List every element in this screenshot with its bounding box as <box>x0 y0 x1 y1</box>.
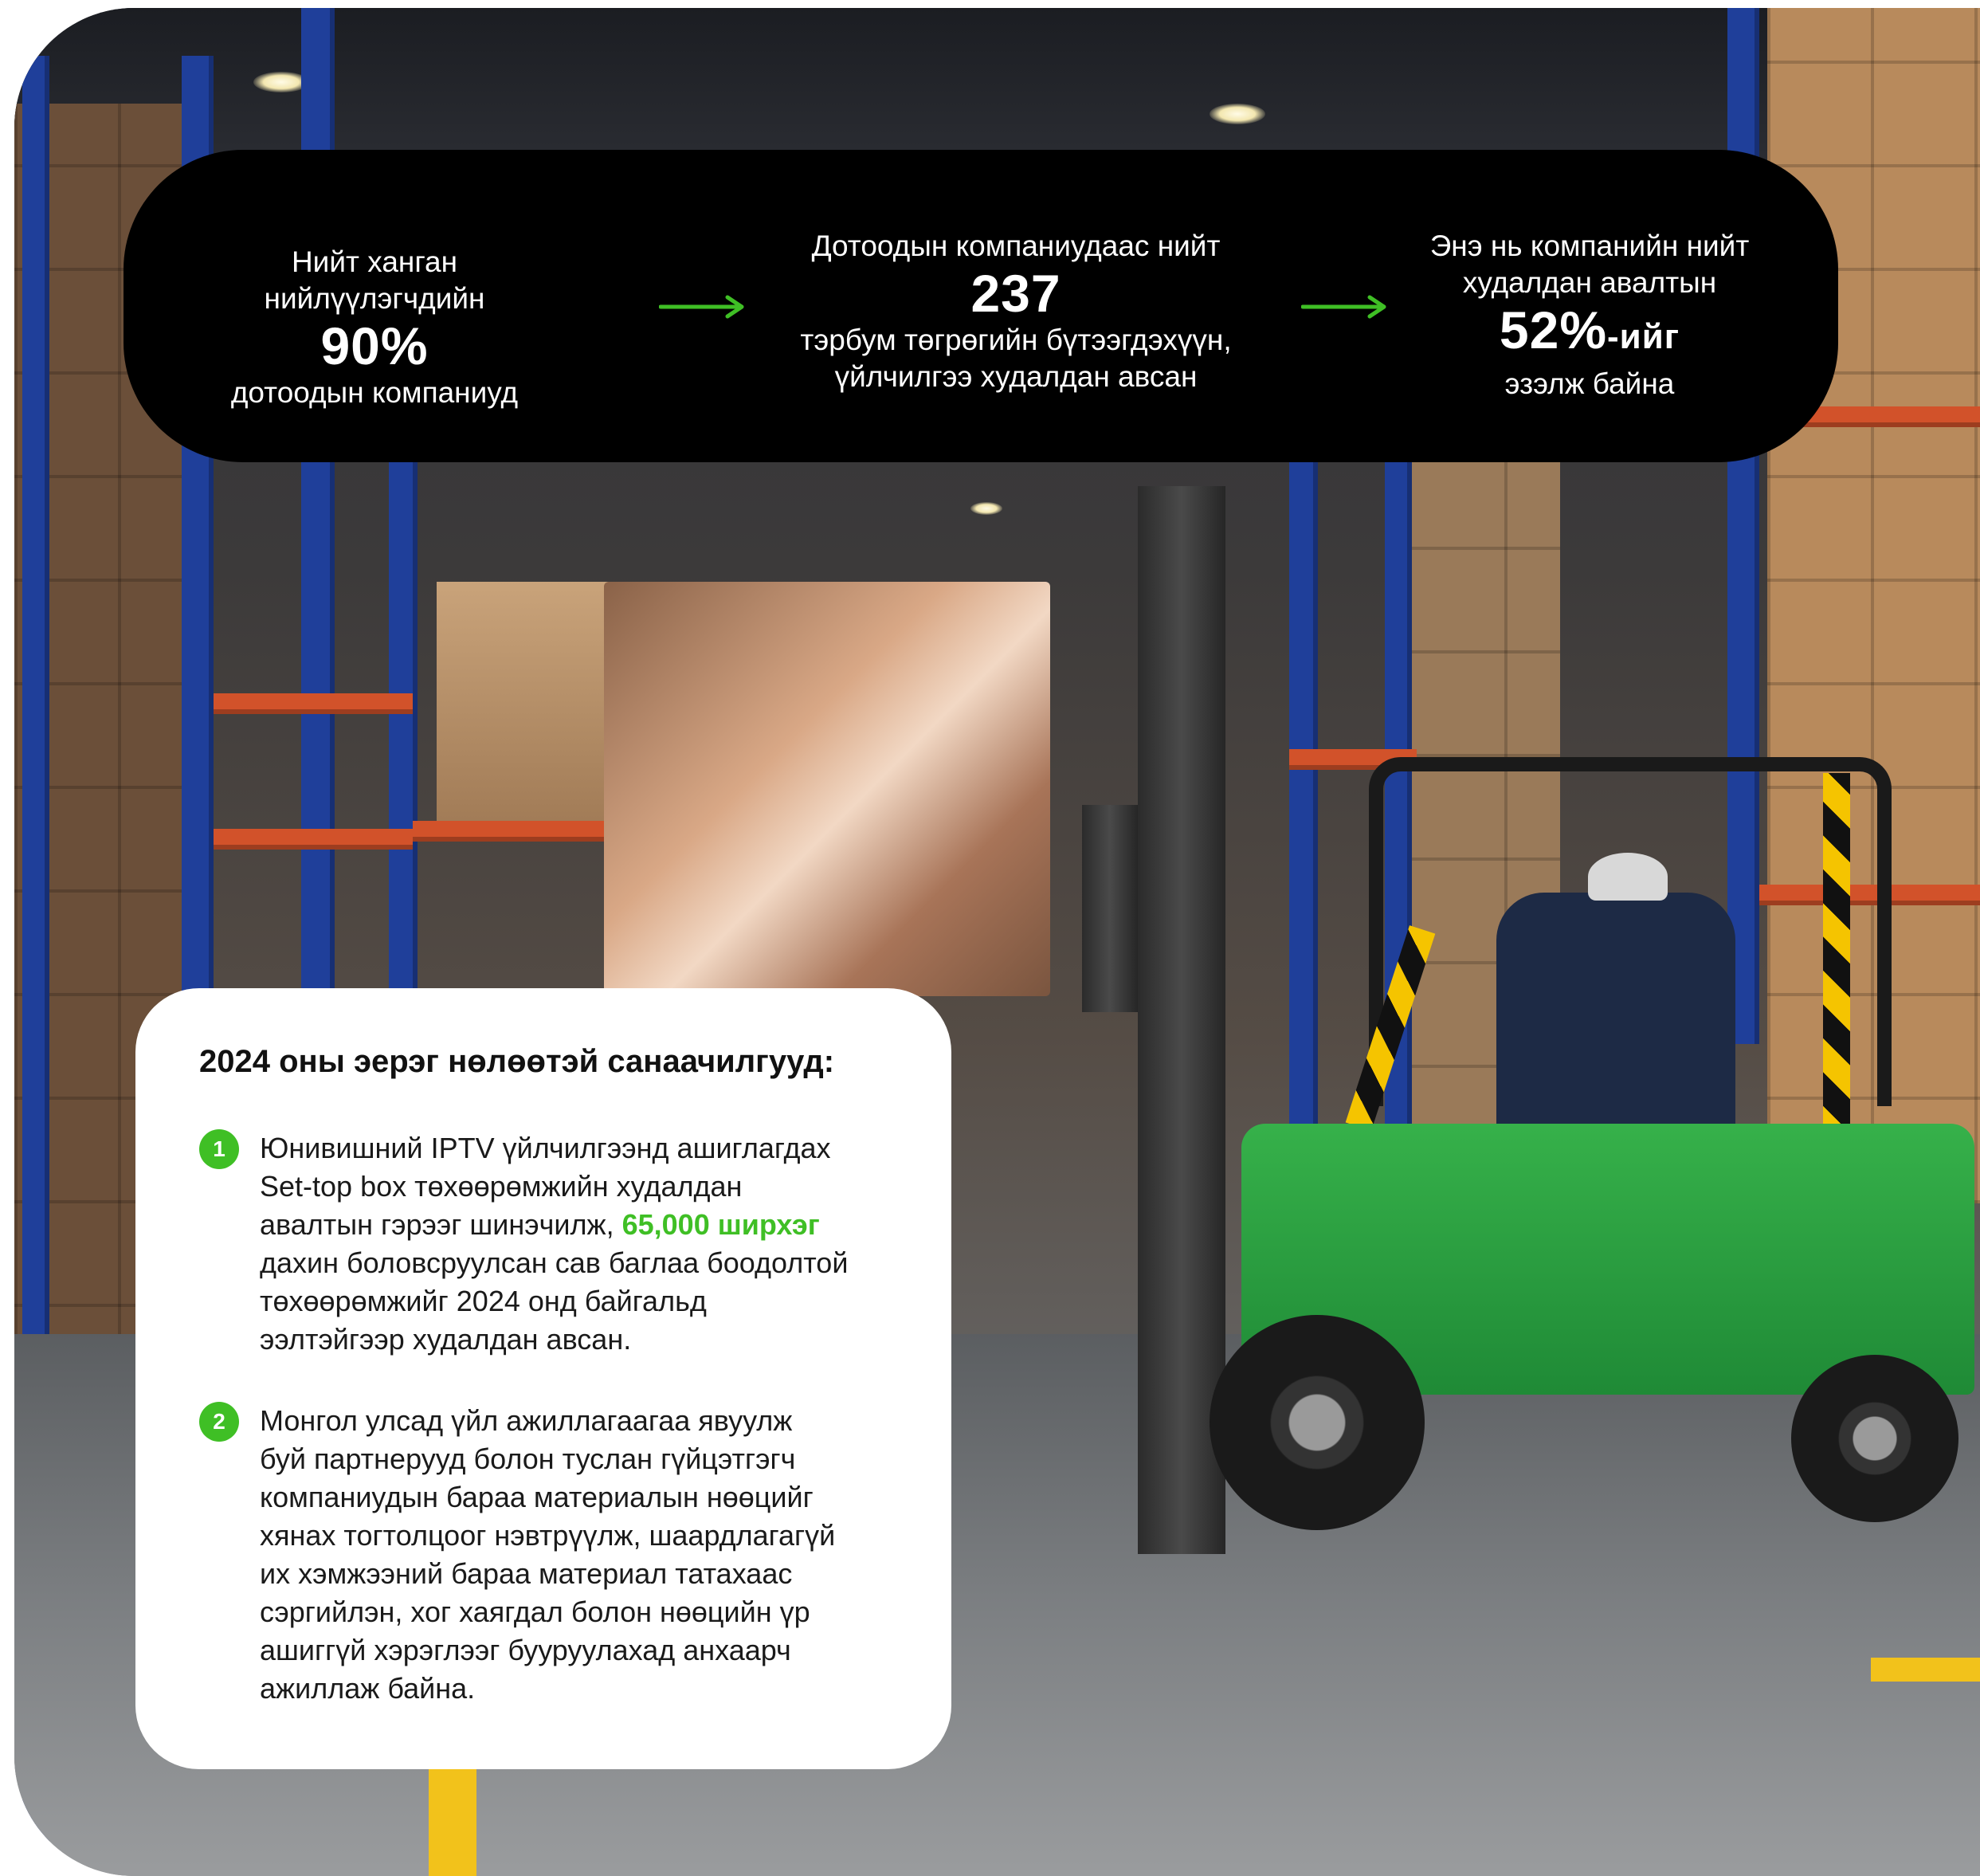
floor-marking <box>1871 1658 1980 1682</box>
stat-suppliers: Нийт ханган нийлүүлэгчдийн 90% дотоодын … <box>191 244 558 411</box>
initiative-number-badge: 1 <box>199 1129 239 1169</box>
ceiling-lamp <box>970 502 1002 515</box>
text-line: сэргийлэн, хог хаягдал болон нөөцийн үр <box>260 1595 810 1628</box>
initiatives-title: 2024 оны эерэг нөлөөтэй санаачилгууд: <box>199 1044 835 1079</box>
rack-beam <box>214 693 413 714</box>
text-line: авалтын гэрээг шинэчилж, <box>260 1208 622 1241</box>
stat-share-bottom: эзэлж байна <box>1504 367 1675 400</box>
rack-beam <box>214 829 413 850</box>
text-line: Set-top box төхөөрөмжийн худалдан <box>260 1170 743 1203</box>
text-line: Монгол улсад үйл ажиллагаагаа явуулж <box>260 1404 793 1437</box>
arrow-right-icon <box>659 295 744 319</box>
stat-domestic-top: Дотоодын компаниудаас нийт <box>811 230 1221 262</box>
stat-share-value-wrap: 52%-ийг <box>1406 301 1773 366</box>
forklift-carriage <box>1082 805 1138 1012</box>
stat-domestic-purchase: Дотоодын компаниудаас нийт 237 тэрбум тө… <box>761 228 1271 395</box>
text-line: компаниудын бараа материалын нөөцийг <box>260 1481 814 1513</box>
stat-share-top-2: худалдан авалтын <box>1462 266 1717 299</box>
stat-share-top-1: Энэ нь компанийн нийт <box>1429 230 1750 262</box>
highlight-quantity: 65,000 ширхэг <box>621 1208 820 1241</box>
text-line: буй партнерууд болон туслан гүйцэтгэгч <box>260 1442 796 1475</box>
hazard-stripe <box>1823 773 1850 1140</box>
text-line: их хэмжээний бараа материал татахаас <box>260 1557 793 1590</box>
initiative-text: Юнивишний IPTV үйлчилгээнд ашиглагдах Se… <box>260 1129 888 1359</box>
initiative-text: Монгол улсад үйл ажиллагаагаа явуулж буй… <box>260 1402 888 1708</box>
rack-upright <box>1289 454 1318 1172</box>
stat-share-value: 52% <box>1499 300 1608 359</box>
forklift-mast <box>1138 486 1225 1554</box>
initiative-item: 2 Монгол улсад үйл ажиллагаагаа явуулж б… <box>199 1402 888 1708</box>
text-line: төхөөрөмжийг 2024 онд байгальд <box>260 1285 707 1317</box>
stat-share: Энэ нь компанийн нийт худалдан авалтын 5… <box>1406 228 1773 402</box>
text-line: Юнивишний IPTV үйлчилгээнд ашиглагдах <box>260 1132 831 1164</box>
stat-suppliers-top: Нийт ханган нийлүүлэгчдийн <box>264 245 485 315</box>
wrapped-pallet <box>604 582 1050 996</box>
initiative-item: 1 Юнивишний IPTV үйлчилгээнд ашиглагдах … <box>199 1129 888 1359</box>
initiatives-card: 2024 оны эерэг нөлөөтэй санаачилгууд: 1 … <box>135 988 951 1769</box>
initiative-number-badge: 2 <box>199 1402 239 1442</box>
stats-panel: Нийт ханган нийлүүлэгчдийн 90% дотоодын … <box>124 150 1838 462</box>
stat-suppliers-bottom: дотоодын компаниуд <box>230 376 519 409</box>
operator-cap <box>1588 853 1668 901</box>
text-line: ашиггүй хэрэглээг бууруулахад анхаарч <box>260 1634 791 1666</box>
forklift-front-wheel <box>1210 1315 1425 1530</box>
text-line: хянах тогтолцоог нэвтрүүлж, шаардлагагүй <box>260 1519 836 1552</box>
ceiling-lamp <box>1210 104 1265 124</box>
stat-domestic-value: 237 <box>970 264 1061 323</box>
stat-suppliers-value: 90% <box>320 316 429 375</box>
forklift-rear-wheel <box>1791 1355 1958 1522</box>
stat-domestic-bottom-1: тэрбум төгрөгийн бүтээгдэхүүн, <box>800 324 1232 356</box>
text-line: ээлтэйгээр худалдан авсан. <box>260 1323 632 1356</box>
arrow-right-icon <box>1301 295 1386 319</box>
stat-share-suffix: -ийг <box>1607 317 1680 356</box>
text-line: ажиллаж байна. <box>260 1672 476 1705</box>
stat-domestic-bottom-2: үйлчилгээ худалдан авсан <box>834 360 1198 393</box>
text-line: дахин боловсруулсан сав баглаа боодолтой <box>260 1246 849 1279</box>
wooden-crate <box>437 582 612 821</box>
